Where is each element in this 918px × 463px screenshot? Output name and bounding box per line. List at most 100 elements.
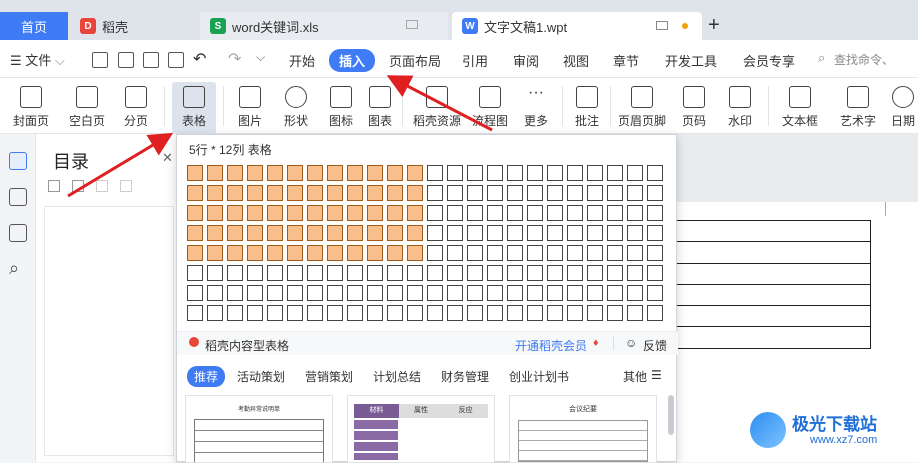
- grid-cell[interactable]: [607, 225, 623, 241]
- grid-cell[interactable]: [187, 245, 203, 261]
- search-command-input[interactable]: 查找命令、: [834, 51, 894, 68]
- grid-cell[interactable]: [607, 245, 623, 261]
- grid-cell[interactable]: [387, 185, 403, 201]
- grid-cell[interactable]: [447, 305, 463, 321]
- grid-cell[interactable]: [367, 265, 383, 281]
- grid-cell[interactable]: [627, 185, 643, 201]
- grid-cell[interactable]: [287, 205, 303, 221]
- grid-cell[interactable]: [507, 225, 523, 241]
- grid-cell[interactable]: [247, 165, 263, 181]
- grid-cell[interactable]: [387, 205, 403, 221]
- template-thumb-attendance[interactable]: 考勤异常说明单: [185, 395, 333, 463]
- grid-cell[interactable]: [647, 305, 663, 321]
- grid-cell[interactable]: [227, 225, 243, 241]
- grid-cell[interactable]: [507, 205, 523, 221]
- grid-cell[interactable]: [487, 225, 503, 241]
- grid-cell[interactable]: [287, 265, 303, 281]
- grid-cell[interactable]: [547, 205, 563, 221]
- grid-cell[interactable]: [647, 285, 663, 301]
- document-table[interactable]: [655, 219, 871, 349]
- grid-cell[interactable]: [467, 245, 483, 261]
- file-menu[interactable]: ☰ 文件 ⌵: [10, 50, 65, 69]
- grid-cell[interactable]: [427, 265, 443, 281]
- monitor-icon[interactable]: [656, 21, 668, 30]
- page-break-button[interactable]: 分页: [116, 82, 156, 129]
- grid-cell[interactable]: [347, 185, 363, 201]
- print-preview-icon[interactable]: [168, 52, 184, 68]
- grid-cell[interactable]: [627, 265, 643, 281]
- grid-cell[interactable]: [587, 265, 603, 281]
- grid-cell[interactable]: [327, 225, 343, 241]
- outline-nav-icon[interactable]: [9, 188, 27, 206]
- grid-cell[interactable]: [507, 185, 523, 201]
- picture-button[interactable]: 图片: [230, 82, 270, 129]
- grid-cell[interactable]: [187, 185, 203, 201]
- menu-chapter[interactable]: 章节: [613, 51, 639, 70]
- grid-cell[interactable]: [227, 285, 243, 301]
- menu-member[interactable]: 会员专享: [743, 51, 795, 70]
- grid-cell[interactable]: [507, 305, 523, 321]
- grid-cell[interactable]: [627, 285, 643, 301]
- grid-cell[interactable]: [347, 265, 363, 281]
- blank-page-button[interactable]: 空白页: [62, 82, 112, 129]
- grid-cell[interactable]: [447, 225, 463, 241]
- grid-cell[interactable]: [427, 185, 443, 201]
- grid-cell[interactable]: [207, 165, 223, 181]
- grid-cell[interactable]: [587, 205, 603, 221]
- grid-cell[interactable]: [207, 205, 223, 221]
- grid-cell[interactable]: [327, 245, 343, 261]
- tab-recommended[interactable]: 推荐: [187, 366, 226, 387]
- grid-cell[interactable]: [287, 305, 303, 321]
- grid-cell[interactable]: [287, 185, 303, 201]
- grid-cell[interactable]: [267, 245, 283, 261]
- grid-cell[interactable]: [507, 245, 523, 261]
- toc-expand-icon[interactable]: [48, 180, 60, 192]
- hamburger-icon[interactable]: ☰: [651, 368, 662, 382]
- tab-marketing-planning[interactable]: 营销策划: [305, 368, 353, 385]
- grid-cell[interactable]: [547, 265, 563, 281]
- grid-cell[interactable]: [427, 205, 443, 221]
- tab-doc[interactable]: W 文字文稿1.wpt: [452, 12, 702, 40]
- grid-cell[interactable]: [567, 205, 583, 221]
- grid-cell[interactable]: [247, 305, 263, 321]
- grid-cell[interactable]: [527, 205, 543, 221]
- table-cell[interactable]: [655, 283, 871, 307]
- toc-nav-icon[interactable]: [9, 152, 27, 170]
- member-link[interactable]: 开通稻壳会员: [515, 337, 587, 354]
- grid-cell[interactable]: [267, 205, 283, 221]
- grid-cell[interactable]: [487, 205, 503, 221]
- grid-cell[interactable]: [487, 285, 503, 301]
- wordart-button[interactable]: 艺术字: [832, 82, 884, 129]
- grid-cell[interactable]: [467, 205, 483, 221]
- grid-cell[interactable]: [467, 265, 483, 281]
- watermark-button[interactable]: 水印: [718, 82, 762, 129]
- tab-business-plan[interactable]: 创业计划书: [509, 368, 569, 385]
- grid-cell[interactable]: [647, 165, 663, 181]
- shape-button[interactable]: 形状: [276, 82, 316, 129]
- flowchart-button[interactable]: 流程图: [470, 82, 510, 129]
- grid-cell[interactable]: [267, 305, 283, 321]
- grid-cell[interactable]: [627, 245, 643, 261]
- tab-plan-summary[interactable]: 计划总结: [373, 368, 421, 385]
- page-number-button[interactable]: 页码: [674, 82, 714, 129]
- grid-cell[interactable]: [307, 245, 323, 261]
- grid-cell[interactable]: [267, 165, 283, 181]
- tab-activity-planning[interactable]: 活动策划: [237, 368, 285, 385]
- grid-cell[interactable]: [387, 265, 403, 281]
- grid-cell[interactable]: [487, 265, 503, 281]
- grid-cell[interactable]: [227, 185, 243, 201]
- grid-cell[interactable]: [387, 245, 403, 261]
- grid-cell[interactable]: [647, 185, 663, 201]
- template-thumb-meeting[interactable]: 会议纪要: [509, 395, 657, 463]
- menu-insert[interactable]: 插入: [329, 49, 376, 72]
- grid-cell[interactable]: [567, 285, 583, 301]
- menu-view[interactable]: 视图: [563, 51, 589, 70]
- grid-cell[interactable]: [347, 225, 363, 241]
- toc-level-icon[interactable]: [96, 180, 108, 192]
- grid-cell[interactable]: [487, 165, 503, 181]
- grid-cell[interactable]: [447, 185, 463, 201]
- grid-cell[interactable]: [467, 185, 483, 201]
- grid-cell[interactable]: [387, 285, 403, 301]
- grid-cell[interactable]: [307, 185, 323, 201]
- feedback-link[interactable]: 反馈: [643, 337, 667, 354]
